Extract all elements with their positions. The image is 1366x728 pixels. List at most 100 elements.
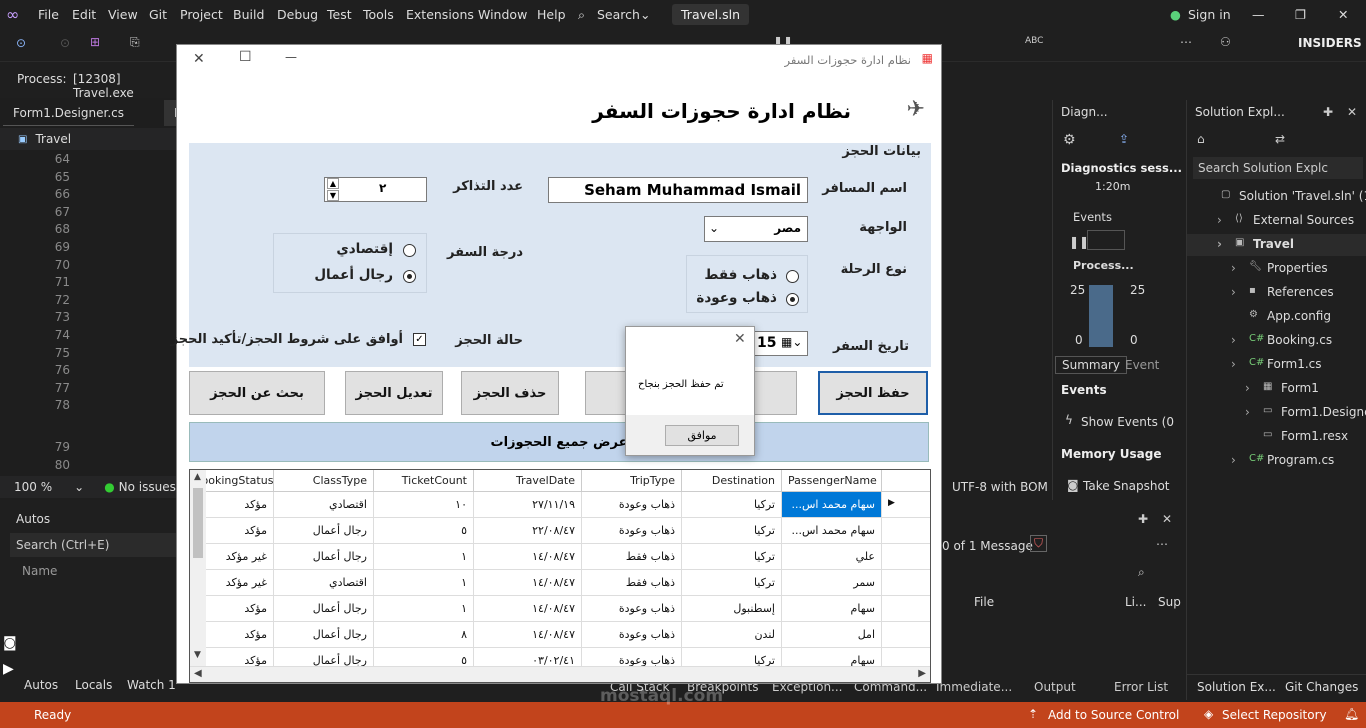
- delete-booking-button[interactable]: حذف الحجز: [461, 371, 559, 415]
- tab-summary[interactable]: Summary: [1055, 356, 1127, 374]
- row-selector[interactable]: [882, 570, 930, 596]
- show-events-link[interactable]: Show Events (0: [1081, 415, 1174, 429]
- expand-icon[interactable]: ›: [1231, 261, 1236, 275]
- tab-output[interactable]: Output: [1034, 680, 1076, 694]
- table-cell[interactable]: ١٠: [374, 492, 474, 518]
- table-cell[interactable]: ١: [374, 544, 474, 570]
- take-snapshot-button[interactable]: Take Snapshot: [1083, 479, 1170, 493]
- column-header[interactable]: Destination: [682, 470, 782, 492]
- scope-dropdown[interactable]: ▣ Travel: [0, 128, 176, 150]
- close-icon[interactable]: ✕: [1347, 105, 1357, 119]
- calendar-icon[interactable]: ▦⌄: [781, 335, 802, 349]
- class-business-radio[interactable]: [403, 270, 416, 283]
- close-icon[interactable]: ✕: [193, 51, 205, 67]
- row-selector[interactable]: [882, 518, 930, 544]
- table-cell[interactable]: سمر: [782, 570, 882, 596]
- pin-icon[interactable]: ✚: [1138, 512, 1148, 526]
- expand-icon[interactable]: ›: [1245, 405, 1250, 419]
- menu-test[interactable]: Test: [327, 7, 352, 22]
- table-cell[interactable]: رجال أعمال: [274, 596, 374, 622]
- table-cell[interactable]: ذهاب وعودة: [582, 518, 682, 544]
- menu-search[interactable]: Search: [597, 7, 640, 22]
- column-header[interactable]: TripType: [582, 470, 682, 492]
- tree-item[interactable]: › ▣ Travel: [1187, 234, 1366, 256]
- tab-git-changes[interactable]: Git Changes: [1285, 680, 1358, 694]
- table-cell[interactable]: علي: [782, 544, 882, 570]
- table-cell[interactable]: اقتصادي: [274, 570, 374, 596]
- tab-error-list[interactable]: Error List: [1114, 680, 1168, 694]
- menu-tools[interactable]: Tools: [363, 7, 394, 22]
- pin-icon[interactable]: ✚: [1323, 105, 1333, 119]
- close-icon[interactable]: ✕: [734, 331, 746, 347]
- table-cell[interactable]: رجال أعمال: [274, 544, 374, 570]
- scroll-thumb[interactable]: [193, 488, 203, 558]
- table-cell[interactable]: سهام محمد اس...: [782, 518, 882, 544]
- save-booking-button[interactable]: حفظ الحجز: [818, 371, 928, 415]
- scroll-left-icon[interactable]: ◀: [194, 668, 202, 679]
- live-share-icon[interactable]: ⚇: [1220, 35, 1231, 49]
- table-cell[interactable]: ١: [374, 596, 474, 622]
- maximize-icon[interactable]: ❐: [1295, 7, 1306, 22]
- expand-icon[interactable]: ›: [1245, 381, 1250, 395]
- table-cell[interactable]: ١٤/٠٨/٤٧: [474, 544, 582, 570]
- menu-extensions[interactable]: Extensions: [406, 7, 474, 22]
- new-project-icon[interactable]: ⊞: [90, 35, 100, 49]
- table-cell[interactable]: ٢٢/٠٨/٤٧: [474, 518, 582, 544]
- table-cell[interactable]: ١٤/٠٨/٤٧: [474, 622, 582, 648]
- scroll-down-icon[interactable]: ▼: [194, 650, 201, 660]
- menu-window[interactable]: Window: [478, 7, 527, 22]
- forward-icon[interactable]: ⊙: [60, 36, 70, 50]
- row-selector[interactable]: [882, 596, 930, 622]
- issues-label[interactable]: No issues: [119, 480, 176, 494]
- table-cell[interactable]: إسطنبول: [682, 596, 782, 622]
- zoom-level[interactable]: 100 %: [14, 480, 52, 494]
- expand-icon[interactable]: ›: [1231, 357, 1236, 371]
- select-repository[interactable]: Select Repository: [1222, 708, 1327, 722]
- menu-debug[interactable]: Debug: [277, 7, 318, 22]
- messages-filter[interactable]: 0 of 1 Message: [942, 539, 1033, 553]
- destination-select[interactable]: ⌄ مصر: [704, 216, 808, 242]
- horizontal-scrollbar[interactable]: ◀ ▶: [190, 666, 930, 682]
- search-icon[interactable]: ⌕: [1138, 565, 1145, 580]
- scroll-up-icon[interactable]: ▲: [194, 472, 201, 482]
- tab-watch1[interactable]: Watch 1: [127, 678, 176, 692]
- table-cell[interactable]: تركيا: [682, 544, 782, 570]
- passenger-input[interactable]: Seham Muhammad Ismail: [548, 177, 808, 203]
- minimize-icon[interactable]: —: [1252, 7, 1265, 22]
- filter-icon[interactable]: ⛉: [1030, 535, 1048, 552]
- video-icon[interactable]: ▶: [3, 661, 14, 677]
- tab-immediate[interactable]: Immediate...: [936, 680, 1012, 694]
- table-cell[interactable]: ١٤/٠٨/٤٧: [474, 596, 582, 622]
- menu-build[interactable]: Build: [233, 7, 264, 22]
- table-cell[interactable]: ذهاب فقط: [582, 570, 682, 596]
- solution-search-input[interactable]: Search Solution Explc: [1193, 157, 1363, 179]
- table-cell[interactable]: ذهاب وعودة: [582, 596, 682, 622]
- back-icon[interactable]: ⊙: [16, 36, 26, 50]
- tab-solution-explorer[interactable]: Solution Ex...: [1197, 680, 1276, 694]
- vertical-scrollbar[interactable]: ▲ ▼: [190, 470, 206, 666]
- table-cell[interactable]: ٢٧/١١/١٩: [474, 492, 582, 518]
- tab-form1-designer[interactable]: Form1.Designer.cs: [3, 100, 134, 126]
- trip-one-way-radio[interactable]: [786, 270, 799, 283]
- table-cell[interactable]: ١٤/٠٨/٤٧: [474, 570, 582, 596]
- table-cell[interactable]: سهام محمد اس...: [782, 492, 882, 518]
- export-icon[interactable]: ⇪: [1119, 132, 1129, 146]
- table-cell[interactable]: ذهاب فقط: [582, 544, 682, 570]
- table-cell[interactable]: ٨: [374, 622, 474, 648]
- tab-locals[interactable]: Locals: [75, 678, 112, 692]
- more-icon[interactable]: ⋯: [1156, 537, 1168, 551]
- menu-view[interactable]: View: [108, 7, 138, 22]
- menu-git[interactable]: Git: [149, 7, 167, 22]
- tickets-stepper[interactable]: ٢ ▲ ▼: [324, 177, 427, 202]
- close-icon[interactable]: ✕: [1338, 7, 1348, 22]
- expand-icon[interactable]: ›: [1231, 285, 1236, 299]
- sign-in-button[interactable]: Sign in: [1188, 7, 1231, 22]
- agree-checkbox[interactable]: ✓: [413, 333, 426, 346]
- tab-autos[interactable]: Autos: [24, 678, 58, 692]
- search-booking-button[interactable]: بحث عن الحجز: [189, 371, 325, 415]
- process-select[interactable]: [12308] Travel.exe: [73, 72, 176, 100]
- stepper-up-icon[interactable]: ▲: [327, 178, 339, 189]
- table-cell[interactable]: اقتصادي: [274, 492, 374, 518]
- table-cell[interactable]: امل: [782, 622, 882, 648]
- add-source-control[interactable]: Add to Source Control: [1048, 708, 1179, 722]
